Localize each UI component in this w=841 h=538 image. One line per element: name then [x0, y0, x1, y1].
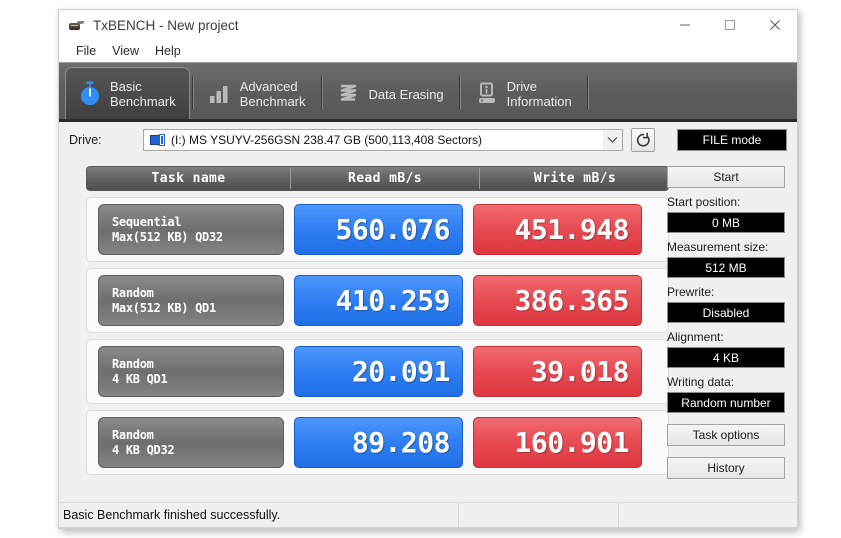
- read-value: 410.259: [294, 275, 463, 326]
- column-header-read: Read mB/s: [291, 167, 479, 190]
- history-button[interactable]: History: [667, 457, 785, 479]
- menu-bar: File View Help: [59, 40, 797, 62]
- tab-drive-information-label: Drive Information: [507, 79, 572, 109]
- results-table: Task name Read mB/s Write mB/s Sequentia…: [86, 166, 669, 475]
- read-value: 560.076: [294, 204, 463, 255]
- menu-item-view[interactable]: View: [104, 42, 147, 60]
- shredder-icon: [335, 79, 363, 109]
- window-title: TxBENCH - New project: [93, 18, 239, 33]
- task-options-button[interactable]: Task options: [667, 424, 785, 446]
- tab-data-erasing-label: Data Erasing: [369, 87, 444, 102]
- tab-basic-benchmark-label: Basic Benchmark: [110, 79, 176, 109]
- start-position-value[interactable]: 0 MB: [667, 212, 785, 233]
- write-value: 160.901: [473, 417, 642, 468]
- task-name-line2: 4 KB QD1: [112, 372, 283, 387]
- task-button[interactable]: Random Max(512 KB) QD1: [98, 275, 284, 326]
- status-cell-secondary: [459, 503, 619, 528]
- maximize-icon[interactable]: [707, 10, 752, 40]
- task-name-line1: Sequential: [112, 215, 283, 230]
- prewrite-value[interactable]: Disabled: [667, 302, 785, 323]
- status-cell-tertiary: [619, 503, 797, 528]
- options-sidebar: Start Start position: 0 MB Measurement s…: [667, 166, 785, 479]
- read-value: 89.208: [294, 417, 463, 468]
- main-content: Drive: (I:) MS YSUYV-256GSN 238.47 GB (5…: [59, 122, 797, 502]
- drive-info-icon: [473, 79, 501, 109]
- task-button[interactable]: Random 4 KB QD1: [98, 346, 284, 397]
- results-header-row: Task name Read mB/s Write mB/s: [86, 166, 669, 191]
- tab-divider: [459, 76, 461, 110]
- task-name-line2: Max(512 KB) QD32: [112, 230, 283, 245]
- measurement-size-label: Measurement size:: [667, 240, 785, 254]
- window-controls: [662, 10, 797, 40]
- title-bar: TxBENCH - New project: [59, 10, 797, 40]
- start-button[interactable]: Start: [667, 166, 785, 188]
- bar-chart-icon: [206, 79, 234, 109]
- column-header-write: Write mB/s: [480, 167, 669, 190]
- table-row: Random 4 KB QD32 89.208 160.901: [86, 410, 669, 475]
- txbench-window: TxBENCH - New project File View Help: [58, 9, 798, 529]
- tab-basic-benchmark[interactable]: Basic Benchmark: [65, 67, 190, 119]
- task-button[interactable]: Random 4 KB QD32: [98, 417, 284, 468]
- tab-strip: Basic Benchmark Advanced Benchmark Data …: [59, 62, 797, 122]
- tab-divider: [321, 76, 323, 110]
- start-position-label: Start position:: [667, 195, 785, 209]
- task-name-line1: Random: [112, 428, 283, 443]
- file-mode-badge: FILE mode: [677, 129, 787, 151]
- stopwatch-icon: [76, 79, 104, 109]
- close-icon[interactable]: [752, 10, 797, 40]
- write-value: 451.948: [473, 204, 642, 255]
- drive-select[interactable]: (I:) MS YSUYV-256GSN 238.47 GB (500,113,…: [143, 129, 623, 151]
- menu-item-file[interactable]: File: [68, 42, 104, 60]
- tab-advanced-benchmark[interactable]: Advanced Benchmark: [196, 69, 319, 119]
- drive-select-value: (I:) MS YSUYV-256GSN 238.47 GB (500,113,…: [171, 133, 482, 147]
- drive-selector-row: Drive: (I:) MS YSUYV-256GSN 238.47 GB (5…: [59, 122, 797, 158]
- tab-advanced-benchmark-label: Advanced Benchmark: [240, 79, 306, 109]
- task-name-line1: Random: [112, 357, 283, 372]
- prewrite-label: Prewrite:: [667, 285, 785, 299]
- task-name-line2: 4 KB QD32: [112, 443, 283, 458]
- chevron-down-icon[interactable]: [603, 130, 622, 150]
- drive-icon: [150, 134, 166, 147]
- tab-data-erasing[interactable]: Data Erasing: [325, 69, 457, 119]
- table-row: Random Max(512 KB) QD1 410.259 386.365: [86, 268, 669, 333]
- alignment-value[interactable]: 4 KB: [667, 347, 785, 368]
- read-value: 20.091: [294, 346, 463, 397]
- measurement-size-value[interactable]: 512 MB: [667, 257, 785, 278]
- writing-data-value[interactable]: Random number: [667, 392, 785, 413]
- task-name-line1: Random: [112, 286, 283, 301]
- drive-label: Drive:: [69, 133, 143, 147]
- refresh-icon[interactable]: [631, 128, 655, 152]
- task-button[interactable]: Sequential Max(512 KB) QD32: [98, 204, 284, 255]
- status-bar: Basic Benchmark finished successfully.: [59, 502, 797, 528]
- menu-item-help[interactable]: Help: [147, 42, 189, 60]
- column-header-task-name: Task name: [87, 167, 290, 190]
- write-value: 386.365: [473, 275, 642, 326]
- tab-divider: [587, 76, 589, 110]
- txbench-logo-icon: [68, 17, 84, 33]
- tab-drive-information[interactable]: Drive Information: [463, 69, 585, 119]
- alignment-label: Alignment:: [667, 330, 785, 344]
- task-name-line2: Max(512 KB) QD1: [112, 301, 283, 316]
- table-row: Sequential Max(512 KB) QD32 560.076 451.…: [86, 197, 669, 262]
- write-value: 39.018: [473, 346, 642, 397]
- minimize-icon[interactable]: [662, 10, 707, 40]
- writing-data-label: Writing data:: [667, 375, 785, 389]
- tab-divider: [192, 76, 194, 110]
- status-message: Basic Benchmark finished successfully.: [59, 503, 459, 528]
- table-row: Random 4 KB QD1 20.091 39.018: [86, 339, 669, 404]
